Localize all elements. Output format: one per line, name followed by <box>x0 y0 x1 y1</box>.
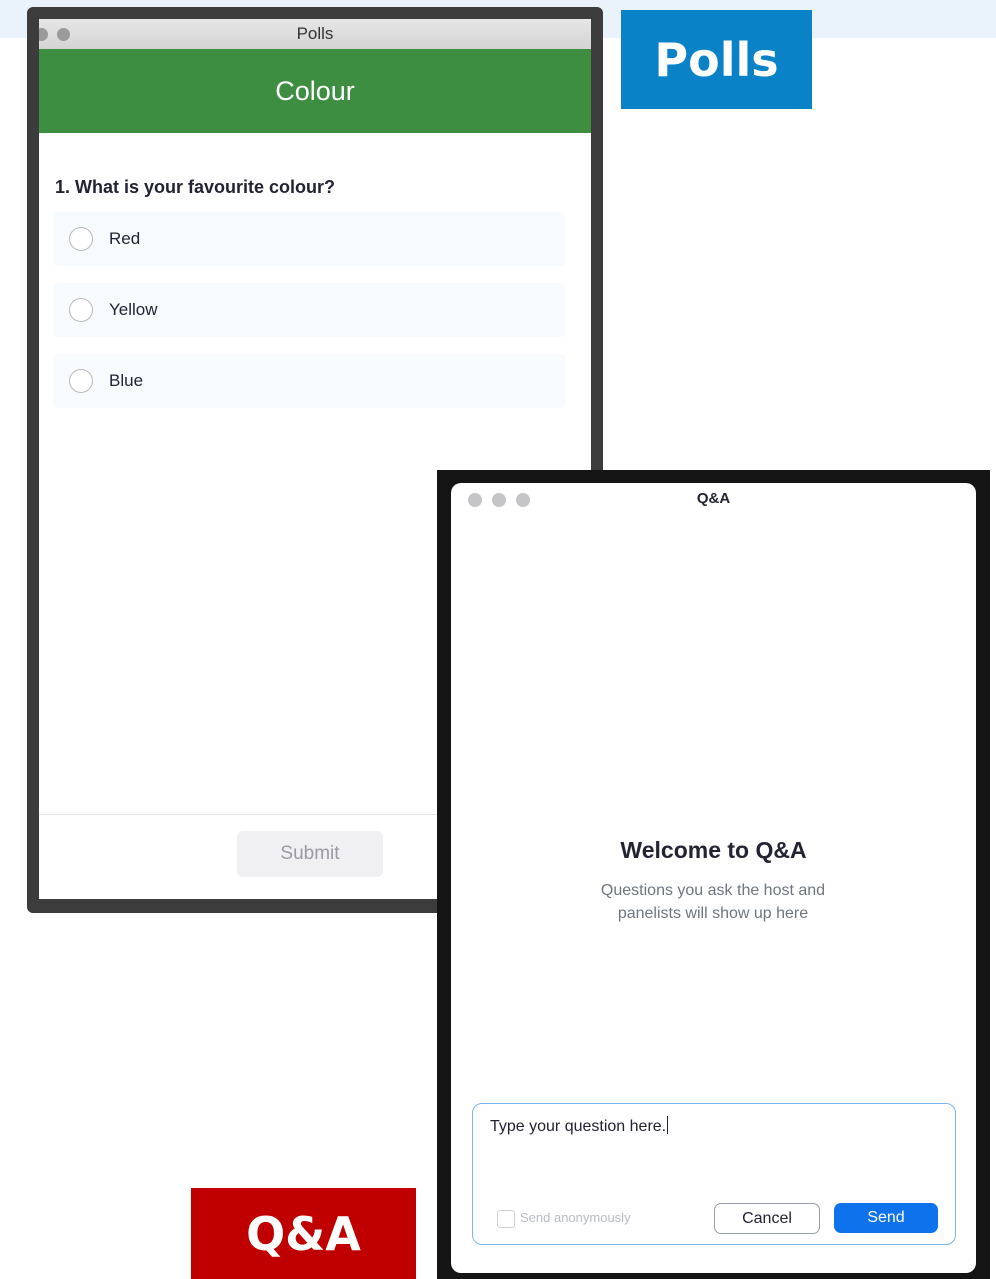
qa-welcome-line: panelists will show up here <box>617 905 809 922</box>
text-caret <box>667 1116 669 1134</box>
option-label: Blue <box>109 371 144 390</box>
question-input[interactable]: Type your question here. Send anonymousl… <box>472 1103 956 1245</box>
option-label: Yellow <box>109 300 158 319</box>
qa-window-frame: Q&A Welcome to Q&A Questions you ask the… <box>437 470 990 1279</box>
qa-label-badge: Q&A <box>191 1188 416 1279</box>
polls-label-badge: Polls <box>621 10 812 109</box>
qa-window-title: Q&A <box>696 490 731 507</box>
send-anonymously-checkbox[interactable] <box>497 1210 515 1228</box>
submit-button[interactable]: Submit <box>237 831 383 877</box>
poll-question: 1. What is your favourite colour? <box>55 177 336 197</box>
poll-option-yellow[interactable]: Yellow <box>53 283 565 337</box>
close-window-icon[interactable] <box>39 28 48 41</box>
radio-button[interactable] <box>69 369 93 393</box>
poll-option-blue[interactable]: Blue <box>53 354 565 408</box>
polls-window-title: Polls <box>296 24 334 43</box>
qa-welcome-title: Welcome to Q&A <box>620 837 807 863</box>
cancel-button[interactable]: Cancel <box>714 1203 820 1234</box>
qa-window: Q&A Welcome to Q&A Questions you ask the… <box>451 483 976 1273</box>
minimize-window-icon[interactable] <box>57 28 70 41</box>
qa-welcome-subtitle: Questions you ask the host and panelists… <box>563 879 863 925</box>
question-input-value: Type your question here. <box>490 1118 667 1135</box>
option-label: Red <box>109 229 141 248</box>
question-input-text[interactable]: Type your question here. <box>490 1116 669 1136</box>
send-button[interactable]: Send <box>834 1203 938 1233</box>
radio-button[interactable] <box>69 227 93 251</box>
poll-title: Colour <box>39 49 591 133</box>
polls-titlebar: Polls <box>39 19 591 49</box>
radio-button[interactable] <box>69 298 93 322</box>
send-anonymously-label: Send anonymously <box>520 1210 631 1225</box>
poll-option-red[interactable]: Red <box>53 212 565 266</box>
qa-welcome-line: Questions you ask the host and <box>600 882 826 899</box>
